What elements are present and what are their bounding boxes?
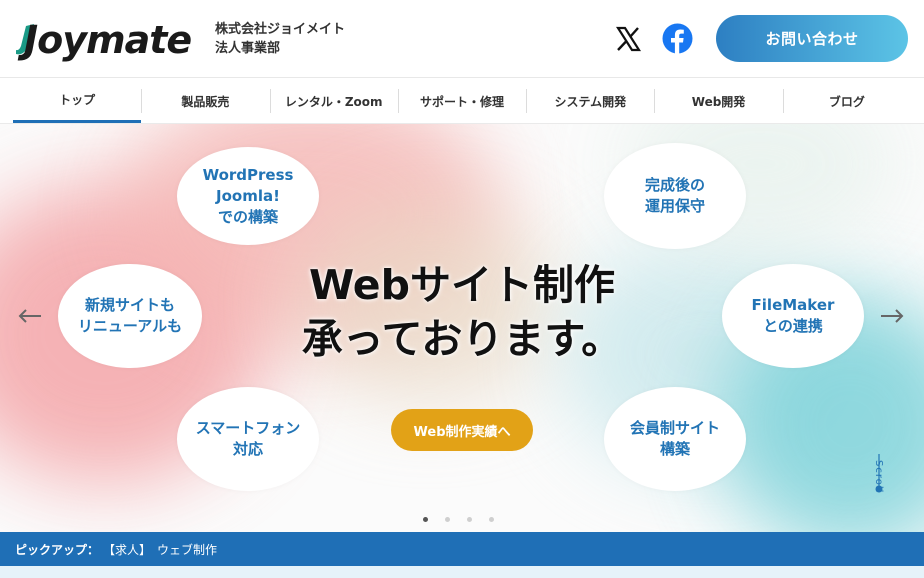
- nav-item-support-repair[interactable]: サポート・修理: [397, 79, 526, 123]
- arrow-left-icon[interactable]: [16, 304, 44, 328]
- nav-item-web-development[interactable]: Web開発: [654, 79, 782, 123]
- nav-item-top[interactable]: トップ: [13, 79, 142, 123]
- slider-dot[interactable]: [423, 517, 428, 522]
- feature-circle-membership: 会員制サイト 構築: [604, 387, 746, 491]
- x-logo-icon[interactable]: [613, 24, 643, 54]
- slider-dot[interactable]: [467, 517, 472, 522]
- joymate-logo[interactable]: Joymate: [14, 14, 210, 62]
- hero-headline: Webサイト制作 承っております。: [301, 261, 623, 363]
- feature-circle-filemaker: FileMaker との連携: [722, 264, 864, 368]
- feature-circle-new-renewal: 新規サイトも リニューアルも: [58, 264, 202, 368]
- arrow-right-icon[interactable]: [878, 304, 906, 328]
- logo-text: Joymate: [24, 18, 192, 62]
- pickup-label: ピックアップ：: [15, 542, 100, 557]
- pickup-bar: ピックアップ： 【求人】 ウェブ制作: [0, 532, 924, 566]
- feature-circle-cms: WordPress Joomla! での構築: [177, 147, 319, 245]
- content-strip: [0, 566, 924, 578]
- contact-button[interactable]: お問い合わせ: [716, 15, 908, 62]
- facebook-icon[interactable]: [662, 23, 693, 54]
- slider-pagination: [423, 517, 494, 522]
- feature-circle-maintenance: 完成後の 運用保守: [604, 143, 746, 249]
- feature-circle-smartphone: スマートフォン 対応: [177, 387, 319, 491]
- company-name-line1: 株式会社ジョイメイト: [215, 22, 346, 37]
- nav-item-blog[interactable]: ブログ: [782, 79, 911, 123]
- main-nav: トップ 製品販売 レンタル・Zoom サポート・修理 システム開発 Web開発 …: [13, 79, 911, 123]
- slider-dot[interactable]: [445, 517, 450, 522]
- hero-slider: WordPress Joomla! での構築 完成後の 運用保守 新規サイトも …: [0, 124, 924, 532]
- site-header: Joymate 株式会社ジョイメイト 法人事業部 お問い合わせ: [0, 0, 924, 78]
- company-name-line2: 法人事業部: [215, 41, 281, 56]
- pickup-link[interactable]: 【求人】 ウェブ制作: [103, 541, 217, 558]
- nav-item-products[interactable]: 製品販売: [141, 79, 269, 123]
- slider-dot[interactable]: [489, 517, 494, 522]
- scroll-label: Scroll: [873, 460, 884, 494]
- nav-item-rental-zoom[interactable]: レンタル・Zoom: [269, 79, 398, 123]
- web-works-button[interactable]: Web制作実績へ: [391, 409, 533, 451]
- nav-item-system-development[interactable]: システム開発: [526, 79, 654, 123]
- company-name: 株式会社ジョイメイト 法人事業部: [215, 20, 345, 58]
